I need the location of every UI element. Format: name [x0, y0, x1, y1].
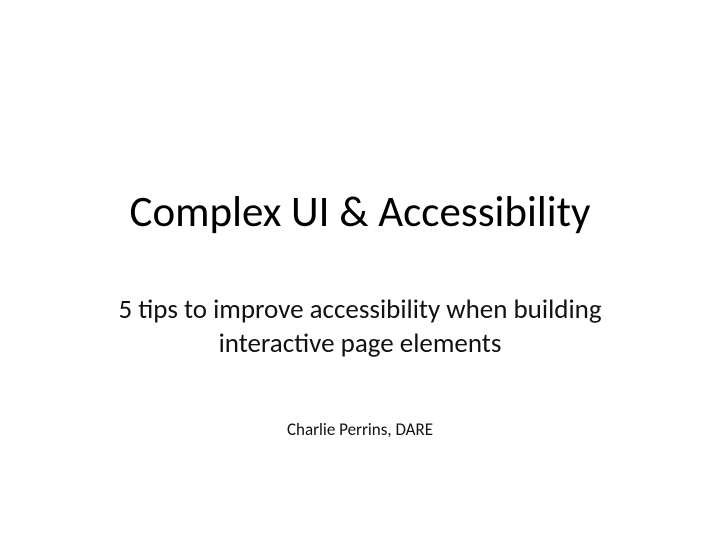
slide-container: Complex UI & Accessibility 5 tips to imp… [0, 0, 720, 540]
slide-title: Complex UI & Accessibility [130, 185, 591, 238]
slide-subtitle: 5 tips to improve accessibility when bui… [90, 293, 630, 361]
slide-author: Charlie Perrins, DARE [287, 419, 433, 440]
